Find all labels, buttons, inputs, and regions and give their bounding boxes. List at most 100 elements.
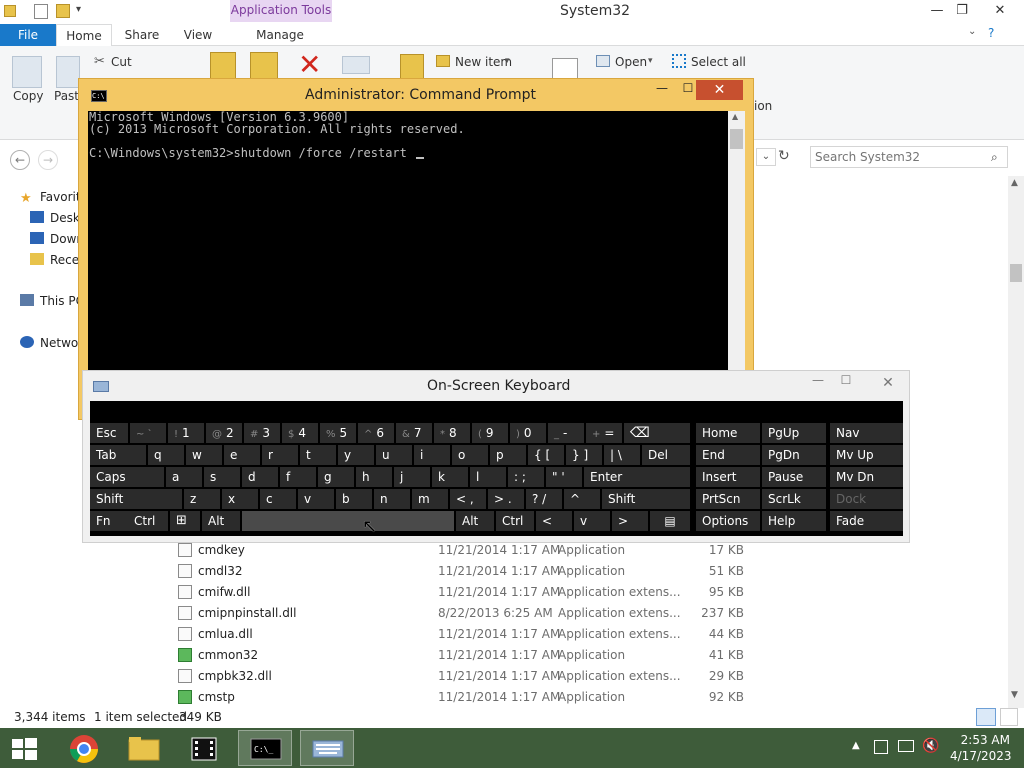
key-enter[interactable]: Enter bbox=[584, 467, 690, 487]
search-input[interactable] bbox=[815, 149, 987, 165]
key-p[interactable]: p bbox=[490, 445, 526, 465]
key-9[interactable]: (9 bbox=[472, 423, 508, 443]
key-c[interactable]: c bbox=[260, 489, 296, 509]
key-q[interactable]: q bbox=[148, 445, 184, 465]
key-l[interactable]: l bbox=[470, 467, 506, 487]
key-r[interactable]: r bbox=[262, 445, 298, 465]
key-comma[interactable]: < , bbox=[450, 489, 486, 509]
osk-maximize-button[interactable]: ☐ bbox=[835, 373, 857, 391]
key-1[interactable]: ! 1 bbox=[168, 423, 204, 443]
key-esc[interactable]: Esc bbox=[90, 423, 128, 443]
key-equals[interactable]: + = bbox=[586, 423, 622, 443]
volume-muted-icon[interactable]: 🔇 bbox=[922, 738, 939, 754]
windows-key-icon[interactable]: ⊞ bbox=[170, 511, 200, 531]
key-g[interactable]: g bbox=[318, 467, 354, 487]
tab-manage[interactable]: Manage bbox=[232, 24, 328, 46]
list-item[interactable]: cmpbk32.dll 11/21/2014 1:17 AM Application… bbox=[170, 666, 930, 687]
key-6[interactable]: ^ 6 bbox=[358, 423, 394, 443]
search-box[interactable]: ⌕ bbox=[810, 146, 1008, 168]
key-period[interactable]: > . bbox=[488, 489, 524, 509]
key-2[interactable]: @2 bbox=[206, 423, 242, 443]
key-b[interactable]: b bbox=[336, 489, 372, 509]
cmd-scrollbar[interactable]: ▲ bbox=[728, 111, 745, 371]
key-pause[interactable]: Pause bbox=[762, 467, 826, 487]
key-w[interactable]: w bbox=[186, 445, 222, 465]
nav-downloads[interactable]: Down bbox=[30, 232, 84, 246]
key-h[interactable]: h bbox=[356, 467, 392, 487]
system-clock[interactable]: 2:53 AM 4/17/2023 bbox=[950, 732, 1012, 764]
key-left-bracket[interactable]: { [ bbox=[528, 445, 564, 465]
list-item[interactable]: cmlua.dll 11/21/2014 1:17 AM Application e… bbox=[170, 624, 930, 645]
key-ctrl-left[interactable]: Ctrl bbox=[128, 511, 168, 531]
key-k[interactable]: k bbox=[432, 467, 468, 487]
key-tab[interactable]: Tab bbox=[90, 445, 146, 465]
key-z[interactable]: z bbox=[184, 489, 220, 509]
nav-network[interactable]: Networ bbox=[20, 336, 83, 350]
start-button[interactable] bbox=[0, 730, 46, 766]
console-output[interactable]: Microsoft Windows [Version 6.3.9600] (c)… bbox=[88, 111, 728, 371]
key-t[interactable]: t bbox=[300, 445, 336, 465]
list-item[interactable]: cmipnpinstall.dll 8/22/2013 6:25 AM Applic… bbox=[170, 603, 930, 624]
key-0[interactable]: ) 0 bbox=[510, 423, 546, 443]
select-all-button[interactable]: Select all bbox=[691, 55, 746, 69]
key-insert[interactable]: Insert bbox=[696, 467, 760, 487]
expand-ribbon-icon[interactable]: ⌄ bbox=[968, 26, 976, 37]
action-center-flag-icon[interactable] bbox=[874, 740, 888, 754]
details-view-icon[interactable] bbox=[976, 708, 996, 726]
nav-favorites[interactable]: ★ Favorit bbox=[20, 190, 81, 206]
key-del[interactable]: Del bbox=[642, 445, 690, 465]
address-dropdown-icon[interactable]: ⌄ bbox=[756, 148, 776, 166]
key-tilde[interactable]: ~ ` bbox=[130, 423, 166, 443]
file-list-scrollbar[interactable]: ▲ ▼ bbox=[1008, 176, 1024, 708]
key-prtscn[interactable]: PrtScn bbox=[696, 489, 760, 509]
key-shift-left[interactable]: Shift bbox=[90, 489, 182, 509]
cmd-close-button[interactable]: ✕ bbox=[696, 80, 743, 100]
taskbar-on-screen-keyboard[interactable] bbox=[300, 730, 354, 766]
key-3[interactable]: #3 bbox=[244, 423, 280, 443]
key-options[interactable]: Options bbox=[696, 511, 760, 531]
key-ctrl-right[interactable]: Ctrl bbox=[496, 511, 534, 531]
key-right-arrow[interactable]: > bbox=[612, 511, 648, 531]
key-v[interactable]: v bbox=[298, 489, 334, 509]
taskbar-command-prompt[interactable]: C:\_ bbox=[238, 730, 292, 766]
open-dropdown-icon[interactable]: ▾ bbox=[648, 56, 653, 66]
key-semicolon[interactable]: : ; bbox=[508, 467, 544, 487]
key-space[interactable] bbox=[242, 511, 454, 531]
list-item[interactable]: cmdl32 11/21/2014 1:17 AM Application 51 KB bbox=[170, 561, 930, 582]
large-icons-view-icon[interactable] bbox=[1000, 708, 1018, 726]
key-caps[interactable]: Caps bbox=[90, 467, 164, 487]
key-e[interactable]: e bbox=[224, 445, 260, 465]
scroll-up-icon[interactable]: ▲ bbox=[1011, 178, 1018, 188]
key-5[interactable]: % 5 bbox=[320, 423, 356, 443]
key-scrlk[interactable]: ScrLk bbox=[762, 489, 826, 509]
cut-button[interactable]: Cut bbox=[111, 55, 132, 69]
key-dock[interactable]: Dock bbox=[830, 489, 903, 509]
key-x[interactable]: x bbox=[222, 489, 258, 509]
taskbar-chrome[interactable] bbox=[56, 730, 110, 766]
key-left-arrow[interactable]: < bbox=[536, 511, 572, 531]
scrollbar-thumb[interactable] bbox=[730, 129, 743, 149]
minimize-button[interactable]: — bbox=[925, 2, 949, 20]
refresh-icon[interactable]: ↻ bbox=[778, 148, 790, 164]
osk-minimize-button[interactable]: — bbox=[807, 373, 829, 391]
key-move-up[interactable]: Mv Up bbox=[830, 445, 903, 465]
properties-icon[interactable] bbox=[34, 4, 48, 19]
list-item[interactable]: cmstp 11/21/2014 1:17 AM Application 92 KB bbox=[170, 687, 930, 708]
key-shift-right[interactable]: Shift bbox=[602, 489, 690, 509]
open-button[interactable]: Open bbox=[615, 55, 647, 69]
new-item-dropdown-icon[interactable]: ▾ bbox=[505, 56, 510, 66]
key-n[interactable]: n bbox=[374, 489, 410, 509]
close-button[interactable]: ✕ bbox=[988, 2, 1012, 20]
tab-file[interactable]: File bbox=[0, 24, 56, 46]
key-4[interactable]: $4 bbox=[282, 423, 318, 443]
key-backslash[interactable]: | \ bbox=[604, 445, 640, 465]
key-pgdn[interactable]: PgDn bbox=[762, 445, 826, 465]
key-pgup[interactable]: PgUp bbox=[762, 423, 826, 443]
menu-key-icon[interactable]: ▤ bbox=[650, 511, 690, 531]
tab-home[interactable]: Home bbox=[56, 24, 112, 47]
scroll-up-icon[interactable]: ▲ bbox=[732, 112, 738, 121]
forward-button[interactable]: → bbox=[38, 150, 58, 170]
key-minus[interactable]: _ - bbox=[548, 423, 584, 443]
on-screen-keyboard-window[interactable]: On-Screen Keyboard — ☐ ✕ Esc ~ ` ! 1 @2 #… bbox=[82, 370, 910, 543]
scroll-down-icon[interactable]: ▼ bbox=[1011, 690, 1018, 700]
